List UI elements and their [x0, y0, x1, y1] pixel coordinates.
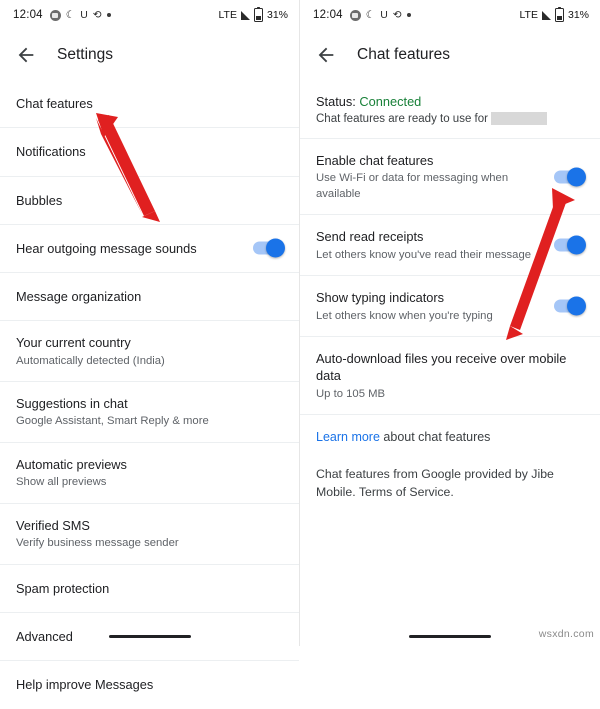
- sidebar-item-your-current-country[interactable]: Your current country Automatically detec…: [0, 321, 299, 383]
- row-title: Notifications: [16, 144, 86, 160]
- toggle-knob: [567, 235, 586, 255]
- row-subtitle: Let others know when you're typing: [316, 309, 493, 322]
- status-right-icons: LTE 31%: [218, 6, 288, 22]
- undo-arrow-icon: ⟲: [392, 8, 402, 21]
- row-title: Your current country: [16, 335, 131, 351]
- left-app-bar: Settings: [0, 30, 299, 80]
- right-status-bar: 12:04 ☾ U ⟲ LTE 31%: [300, 0, 600, 30]
- status-label: Status:: [316, 94, 356, 109]
- signal-bars-icon: [240, 10, 250, 20]
- status-badge: Connected: [359, 94, 422, 109]
- sidebar-item-automatic-previews[interactable]: Automatic previews Show all previews: [0, 443, 299, 504]
- sidebar-item-bubbles[interactable]: Bubbles: [0, 177, 299, 225]
- battery-icon: [554, 6, 564, 22]
- home-indicator: [409, 635, 491, 638]
- signal-bars-icon: [541, 10, 551, 20]
- chat-features-status-block: Status: Connected Chat features are read…: [300, 80, 600, 139]
- row-subtitle: Up to 105 MB: [316, 387, 386, 400]
- sidebar-item-notifications[interactable]: Notifications: [0, 128, 299, 177]
- sidebar-item-suggestions-in-chat[interactable]: Suggestions in chat Google Assistant, Sm…: [0, 382, 299, 444]
- home-indicator: [108, 635, 191, 638]
- sidebar-item-verified-sms[interactable]: Verified SMS Verify business message sen…: [0, 504, 299, 565]
- row-subtitle: Use Wi-Fi or data for messaging when ava…: [316, 172, 509, 200]
- row-subtitle: Let others know you've read their messag…: [316, 248, 532, 261]
- circle-avatar-icon: [349, 9, 361, 21]
- status-line: Status: Connected: [316, 94, 584, 109]
- letter-u-icon: U: [80, 8, 88, 21]
- left-phone-screen: 12:04 ☾ U ⟲ LTE 31% Settings Chat featur…: [0, 0, 300, 692]
- sidebar-item-help-improve-messages[interactable]: Help improve Messages: [0, 661, 299, 708]
- status-left-icons: ☾ U ⟲: [49, 8, 111, 21]
- row-title: Send read receipts: [316, 229, 424, 245]
- status-left-icons: ☾ U ⟲: [349, 8, 411, 21]
- learn-more-rest: about chat features: [379, 430, 491, 445]
- moon-icon: ☾: [65, 8, 76, 21]
- battery-icon: [253, 6, 263, 22]
- network-type-label: LTE: [519, 9, 538, 21]
- dot-icon: [406, 13, 411, 17]
- row-title: Help improve Messages: [16, 677, 154, 693]
- show-typing-indicators-row[interactable]: Show typing indicators Let others know w…: [300, 276, 600, 338]
- network-type-label: LTE: [218, 9, 237, 21]
- row-subtitle: Verify business message sender: [16, 537, 179, 550]
- battery-percent-label: 31%: [266, 9, 288, 21]
- hear-outgoing-message-sounds-toggle[interactable]: [253, 238, 285, 258]
- row-title: Suggestions in chat: [16, 396, 128, 412]
- screenshot-pair: 12:04 ☾ U ⟲ LTE 31% Settings Chat featur…: [0, 0, 600, 692]
- row-title: Spam protection: [16, 580, 110, 596]
- status-time: 12:04: [13, 9, 43, 21]
- sidebar-item-chat-features[interactable]: Chat features: [0, 80, 299, 129]
- row-subtitle: Google Assistant, Smart Reply & more: [16, 415, 209, 428]
- left-status-bar: 12:04 ☾ U ⟲ LTE 31%: [0, 0, 299, 30]
- auto-download-files-row[interactable]: Auto-download files you receive over mob…: [300, 337, 600, 416]
- sidebar-item-message-organization[interactable]: Message organization: [0, 273, 299, 322]
- send-read-receipts-row[interactable]: Send read receipts Let others know you'v…: [300, 215, 600, 277]
- sidebar-item-spam-protection[interactable]: Spam protection: [0, 565, 299, 613]
- row-title: Enable chat features: [316, 153, 434, 168]
- row-subtitle: Automatically detected (India): [16, 354, 165, 367]
- enable-chat-features-toggle[interactable]: [554, 167, 586, 187]
- back-arrow-icon[interactable]: [15, 44, 37, 66]
- row-title: Auto-download files you receive over mob…: [316, 351, 567, 384]
- dot-icon: [106, 13, 111, 17]
- toggle-knob: [567, 167, 586, 187]
- row-title: Automatic previews: [16, 457, 127, 473]
- circle-avatar-icon: [49, 9, 61, 21]
- settings-list: Chat features Notifications Bubbles Hear…: [0, 80, 299, 709]
- redacted-account-field: [490, 112, 547, 125]
- learn-more-row[interactable]: Learn more about chat features: [300, 415, 600, 458]
- page-title: Chat features: [357, 46, 451, 63]
- status-description: Chat features are ready to use for: [316, 112, 584, 125]
- toggle-knob: [567, 296, 586, 316]
- row-title: Show typing indicators: [316, 290, 445, 306]
- row-title: Message organization: [16, 289, 142, 305]
- moon-icon: ☾: [365, 8, 376, 21]
- battery-percent-label: 31%: [567, 9, 589, 21]
- chat-features-footer: Chat features from Google provided by Ji…: [316, 467, 554, 500]
- toggle-knob: [266, 238, 285, 258]
- enable-chat-features-row[interactable]: Enable chat features Use Wi-Fi or data f…: [300, 139, 600, 216]
- page-title: Settings: [57, 46, 114, 63]
- send-read-receipts-toggle[interactable]: [554, 235, 586, 255]
- show-typing-indicators-toggle[interactable]: [554, 296, 586, 316]
- row-title: Bubbles: [16, 192, 63, 208]
- row-title: Verified SMS: [16, 517, 90, 533]
- sidebar-item-hear-outgoing-message-sounds[interactable]: Hear outgoing message sounds: [0, 225, 299, 274]
- chat-features-list: Enable chat features Use Wi-Fi or data f…: [300, 139, 600, 502]
- letter-u-icon: U: [380, 8, 388, 21]
- undo-arrow-icon: ⟲: [92, 8, 102, 21]
- back-arrow-icon[interactable]: [315, 44, 337, 66]
- row-title: Hear outgoing message sounds: [16, 240, 197, 256]
- watermark: wsxdn.com: [538, 628, 594, 640]
- row-subtitle: Show all previews: [16, 476, 107, 489]
- learn-more-link[interactable]: Learn more: [316, 430, 380, 444]
- row-title: Chat features: [16, 96, 93, 111]
- right-phone-screen: 12:04 ☾ U ⟲ LTE 31% Chat features Status…: [300, 0, 600, 646]
- status-time: 12:04: [313, 9, 343, 21]
- status-right-icons: LTE 31%: [519, 6, 589, 22]
- status-description-text: Chat features are ready to use for: [316, 112, 488, 125]
- right-app-bar: Chat features: [300, 30, 600, 80]
